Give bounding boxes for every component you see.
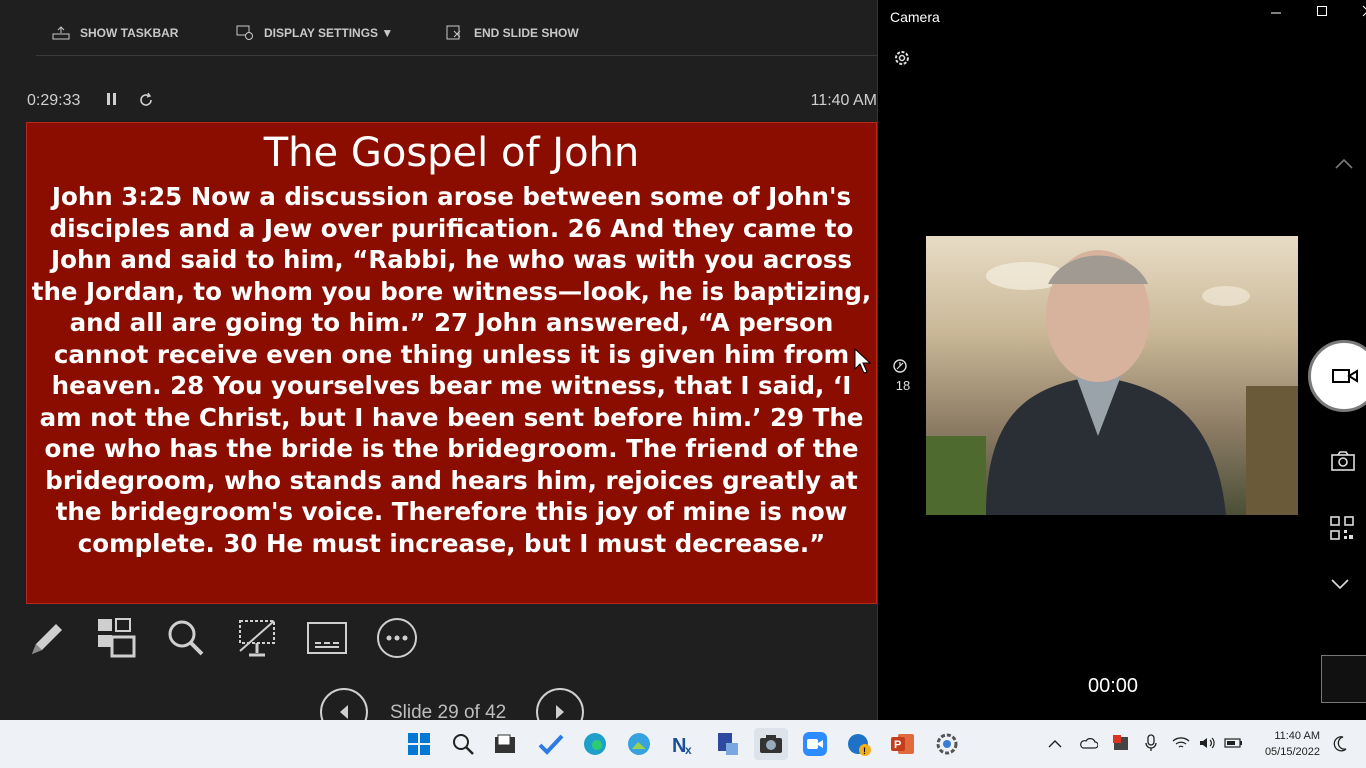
next-slide-button[interactable] xyxy=(536,688,584,720)
taskbar-clock[interactable]: 11:40 AM 05/15/2022 xyxy=(1265,728,1320,760)
maximize-button[interactable] xyxy=(1302,4,1342,20)
current-slide[interactable]: The Gospel of John John 3:25 Now a discu… xyxy=(26,122,877,604)
chevron-left-icon xyxy=(340,705,348,719)
more-icon[interactable] xyxy=(376,614,446,662)
restart-timer-icon[interactable] xyxy=(138,92,154,113)
system-tray xyxy=(1048,720,1244,768)
zoom-app-icon[interactable] xyxy=(798,728,832,760)
end-slide-show-button[interactable]: END SLIDE SHOW xyxy=(446,24,579,42)
display-settings-button[interactable]: DISPLAY SETTINGS ▼ xyxy=(236,24,393,42)
focus-assist-moon-icon[interactable] xyxy=(1332,735,1348,758)
pause-timer-icon[interactable] xyxy=(106,92,118,111)
mouse-cursor-icon xyxy=(854,348,872,374)
end-slide-show-label: END SLIDE SHOW xyxy=(474,26,579,40)
current-time: 11:40 AM xyxy=(810,92,877,109)
close-icon xyxy=(1362,5,1366,17)
qr-code-button[interactable] xyxy=(1330,516,1354,545)
end-show-icon xyxy=(446,25,461,40)
camera-preview xyxy=(926,236,1298,515)
camera-app-icon[interactable] xyxy=(754,728,788,760)
display-settings-icon xyxy=(236,25,253,40)
camera-photo-icon xyxy=(1331,451,1355,471)
elapsed-timer: 0:29:33 xyxy=(27,92,81,109)
svg-text:!: ! xyxy=(863,746,866,756)
subtitles-icon[interactable] xyxy=(306,614,376,662)
camera-counter: 18 xyxy=(895,378,911,393)
pen-icon[interactable] xyxy=(26,614,96,662)
minimize-icon xyxy=(1271,12,1281,14)
record-video-button[interactable] xyxy=(1308,340,1366,412)
presenter-view: SHOW TASKBAR DISPLAY SETTINGS ▼ END SLID… xyxy=(0,0,877,720)
app-notification-icon[interactable] xyxy=(1112,734,1130,755)
security-icon[interactable]: ! xyxy=(842,728,876,760)
show-taskbar-label: SHOW TASKBAR xyxy=(80,26,179,40)
powerpoint-icon[interactable]: P xyxy=(886,728,920,760)
slide-title: The Gospel of John xyxy=(263,130,640,176)
minimize-button[interactable] xyxy=(1256,4,1296,20)
microphone-icon[interactable] xyxy=(1144,733,1158,755)
news-icon[interactable]: Nx xyxy=(666,728,700,760)
record-timer: 00:00 xyxy=(1087,675,1139,697)
previous-slide-button[interactable] xyxy=(320,688,368,720)
maximize-icon xyxy=(1317,6,1327,16)
battery-icon[interactable] xyxy=(1224,737,1244,752)
settings-gear-icon[interactable] xyxy=(892,48,912,73)
window-title: Camera xyxy=(890,9,940,25)
snip-icon[interactable] xyxy=(710,728,744,760)
taskbar-icon xyxy=(52,26,70,40)
volume-icon[interactable] xyxy=(1198,736,1216,753)
close-button[interactable] xyxy=(1348,4,1366,20)
chevron-right-icon xyxy=(556,705,564,719)
toolbar-divider xyxy=(36,55,877,56)
camera-window: Camera 18 00:00 xyxy=(877,0,1366,720)
photo-mode-button[interactable] xyxy=(1330,450,1356,477)
slide-body: John 3:25 Now a discussion arose between… xyxy=(31,182,872,558)
slide-tools xyxy=(26,614,446,662)
svg-text:x: x xyxy=(685,743,692,756)
wifi-icon[interactable] xyxy=(1172,736,1190,753)
todo-icon[interactable] xyxy=(534,728,568,760)
slides-grid-icon[interactable] xyxy=(96,614,166,662)
timer-mode-icon[interactable] xyxy=(892,358,908,379)
slide-navigation: Slide 29 of 42 xyxy=(320,688,590,720)
onedrive-icon[interactable] xyxy=(1080,737,1099,752)
settings-app-icon[interactable] xyxy=(930,728,964,760)
slide-counter: Slide 29 of 42 xyxy=(390,702,507,720)
expand-down-icon[interactable] xyxy=(1330,578,1350,597)
zoom-icon[interactable] xyxy=(166,614,236,662)
last-capture-thumbnail[interactable] xyxy=(1321,655,1366,703)
photos-icon[interactable] xyxy=(622,728,656,760)
person-silhouette-image xyxy=(926,250,1298,515)
camera-off-icon[interactable] xyxy=(236,614,306,662)
taskbar-time: 11:40 AM xyxy=(1274,730,1320,742)
svg-text:P: P xyxy=(894,739,901,751)
search-icon[interactable] xyxy=(446,728,480,760)
qr-code-icon xyxy=(1330,516,1354,540)
show-taskbar-button[interactable]: SHOW TASKBAR xyxy=(52,24,178,42)
presenter-toolbar: SHOW TASKBAR DISPLAY SETTINGS ▼ END SLID… xyxy=(0,0,877,56)
collapse-up-icon[interactable] xyxy=(1334,156,1354,175)
windows-taskbar: Nx ! P 11:40 AM 05/15/2022 xyxy=(0,720,1366,768)
video-camera-icon xyxy=(1332,369,1358,383)
show-hidden-icons-icon[interactable] xyxy=(1048,737,1062,751)
file-explorer-icon[interactable] xyxy=(488,728,522,760)
display-settings-label: DISPLAY SETTINGS ▼ xyxy=(264,26,394,40)
start-icon[interactable] xyxy=(402,728,436,760)
taskbar-date: 05/15/2022 xyxy=(1264,746,1320,758)
edge-icon[interactable] xyxy=(578,728,612,760)
